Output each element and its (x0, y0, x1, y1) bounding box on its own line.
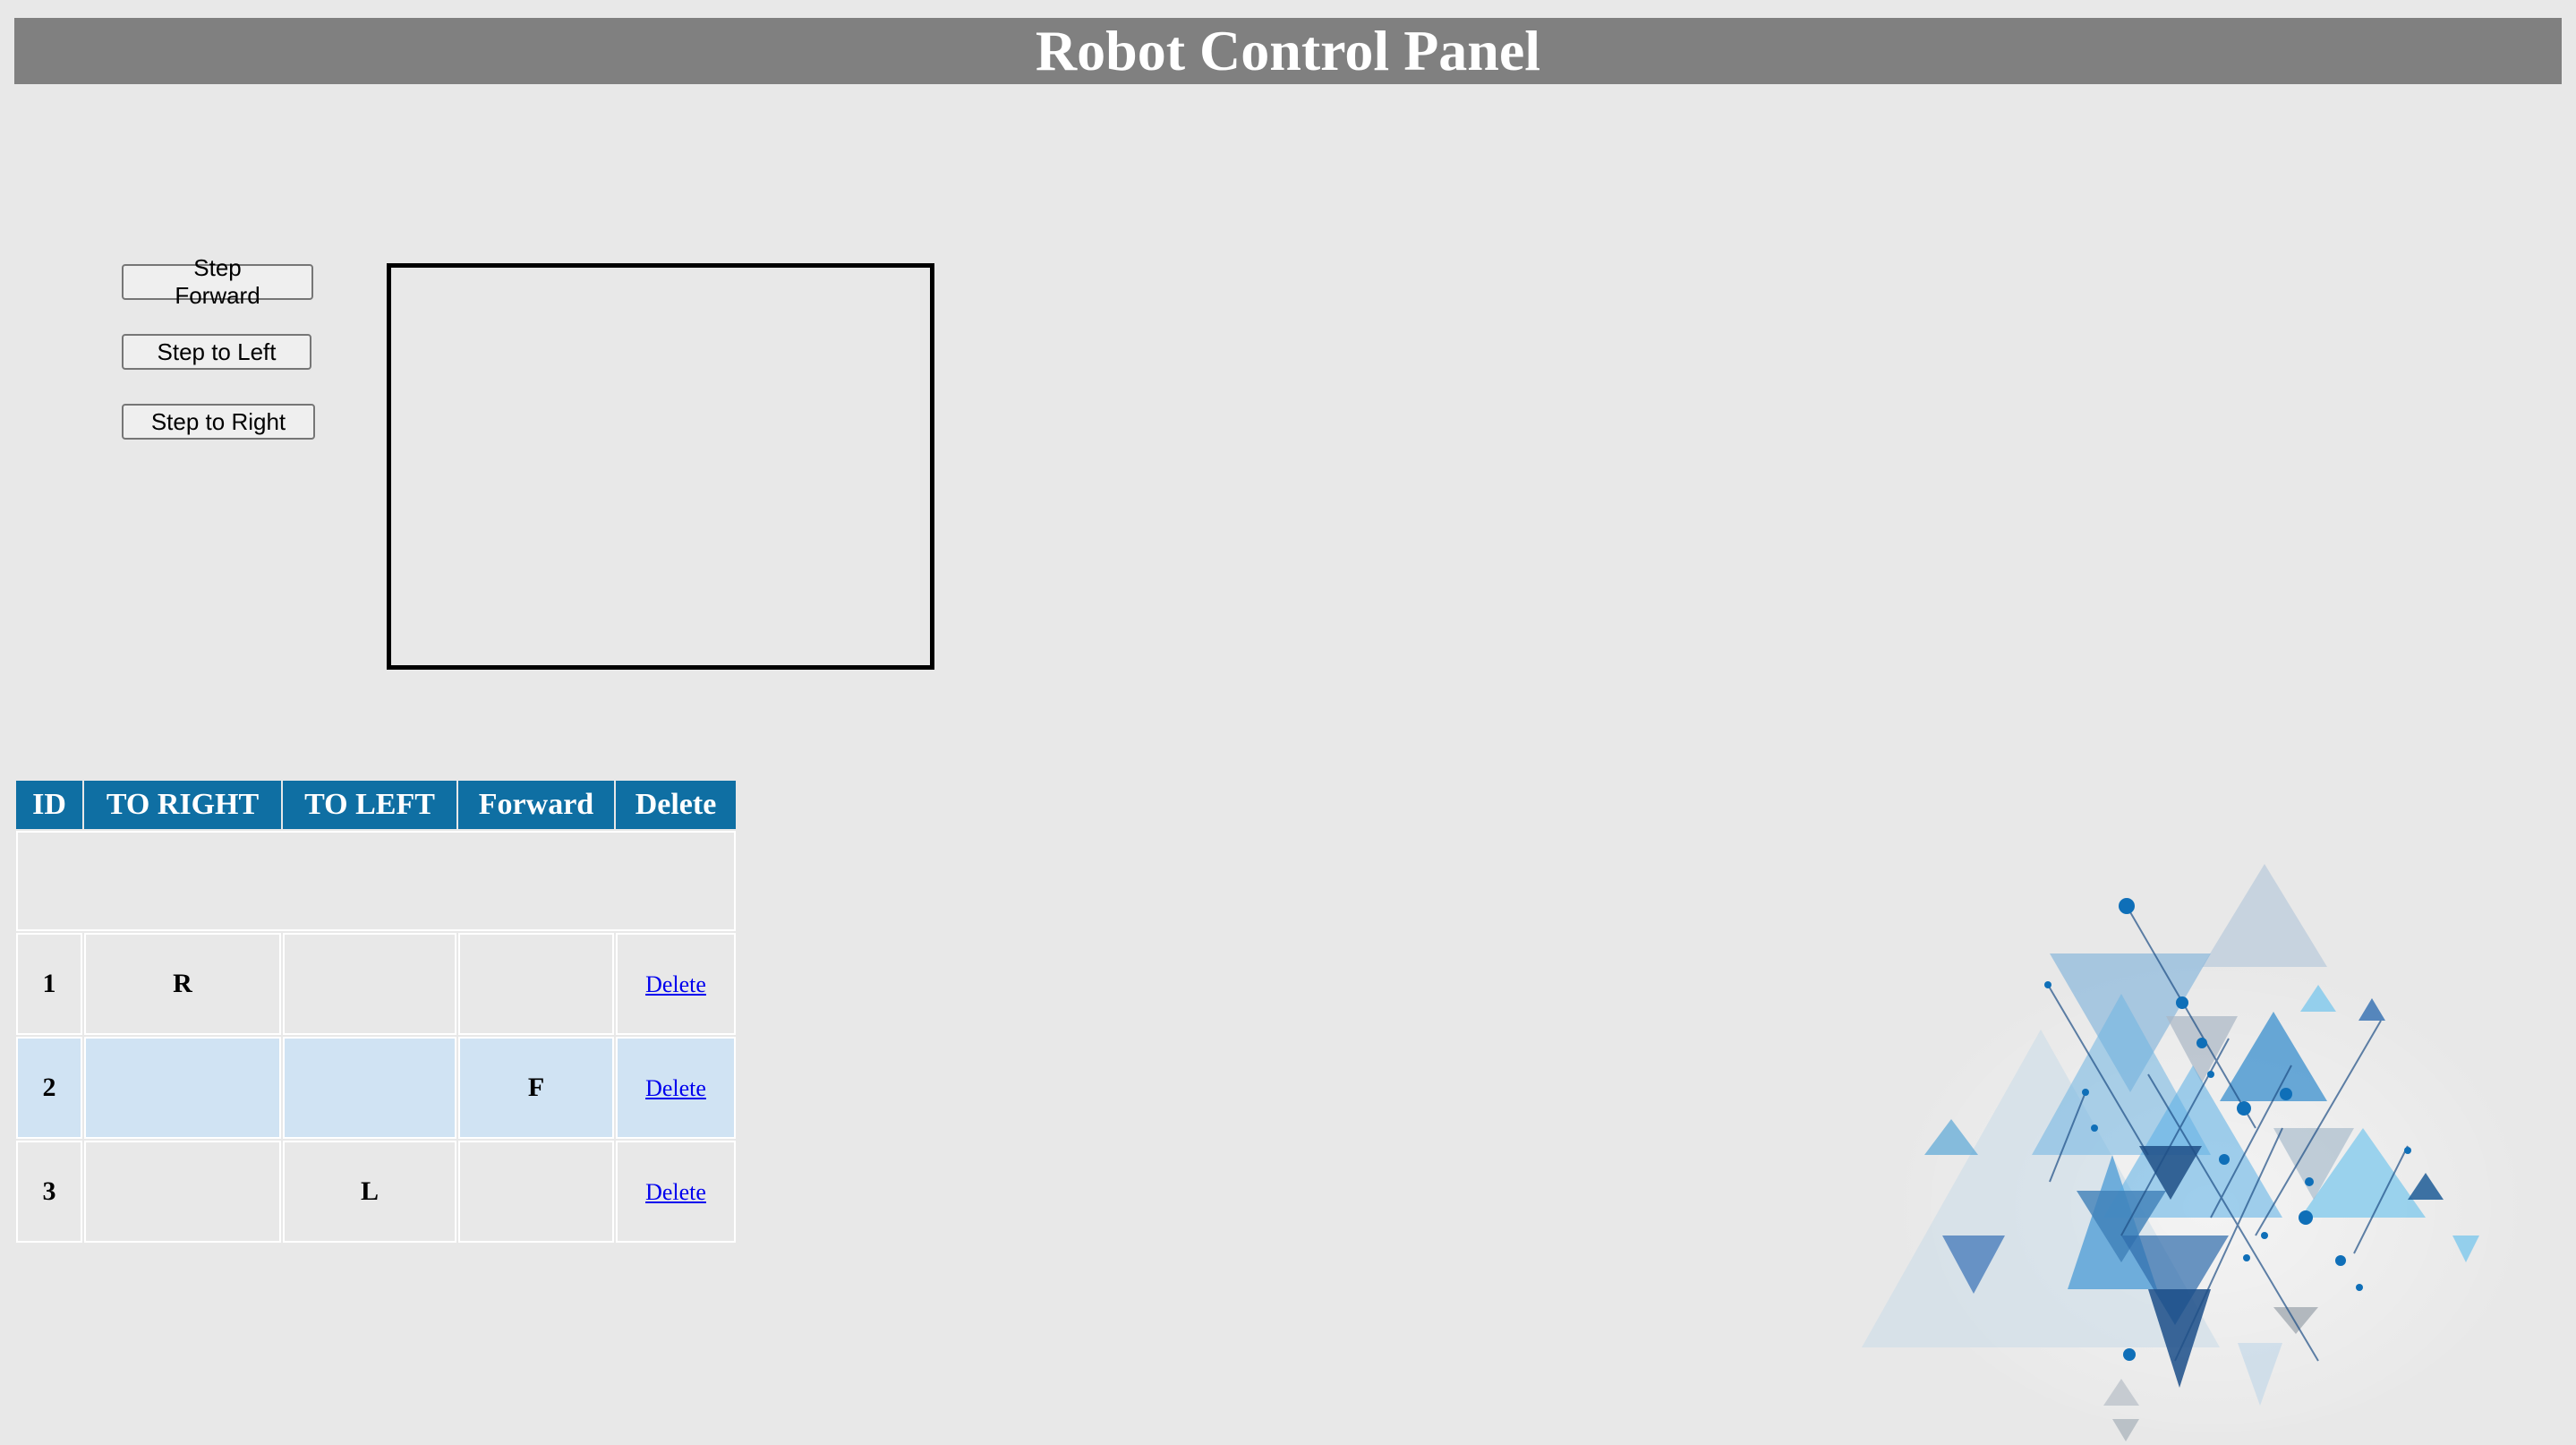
moves-table: ID TO RIGHT TO LEFT Forward Delete 1 R D… (14, 779, 738, 1244)
table-header-row: ID TO RIGHT TO LEFT Forward Delete (16, 781, 736, 829)
step-forward-button[interactable]: Step Forward (122, 254, 313, 309)
column-header-to-right: TO RIGHT (84, 781, 281, 829)
column-header-to-left: TO LEFT (283, 781, 456, 829)
step-right-button[interactable]: Step to Right (122, 404, 315, 440)
cell-id: 2 (16, 1037, 82, 1139)
cell-forward (458, 1141, 614, 1243)
delete-link[interactable]: Delete (645, 971, 706, 997)
cell-forward: F (458, 1037, 614, 1139)
table-row: 3 L Delete (16, 1141, 736, 1243)
delete-link[interactable]: Delete (645, 1179, 706, 1205)
cell-delete: Delete (616, 933, 736, 1035)
column-header-delete: Delete (616, 781, 736, 829)
header-divider (16, 831, 736, 931)
cell-id: 1 (16, 933, 82, 1035)
cell-to-left (283, 933, 456, 1035)
abstract-triangles-icon (1862, 864, 2533, 1441)
delete-link[interactable]: Delete (645, 1075, 706, 1101)
cell-delete: Delete (616, 1141, 736, 1243)
cell-to-right: R (84, 933, 281, 1035)
cell-forward (458, 933, 614, 1035)
column-header-forward: Forward (458, 781, 614, 829)
header-bar: Robot Control Panel (14, 18, 2562, 84)
column-header-id: ID (16, 781, 82, 829)
robot-canvas (387, 263, 934, 670)
cell-to-right (84, 1141, 281, 1243)
page-title: Robot Control Panel (1035, 19, 1541, 82)
cell-to-right (84, 1037, 281, 1139)
cell-to-left: L (283, 1141, 456, 1243)
cell-id: 3 (16, 1141, 82, 1243)
table-row: 1 R Delete (16, 933, 736, 1035)
cell-to-left (283, 1037, 456, 1139)
table-row: 2 F Delete (16, 1037, 736, 1139)
cell-delete: Delete (616, 1037, 736, 1139)
page: Robot Control Panel Step Forward Step to… (0, 0, 2576, 1445)
step-left-button[interactable]: Step to Left (122, 334, 311, 370)
